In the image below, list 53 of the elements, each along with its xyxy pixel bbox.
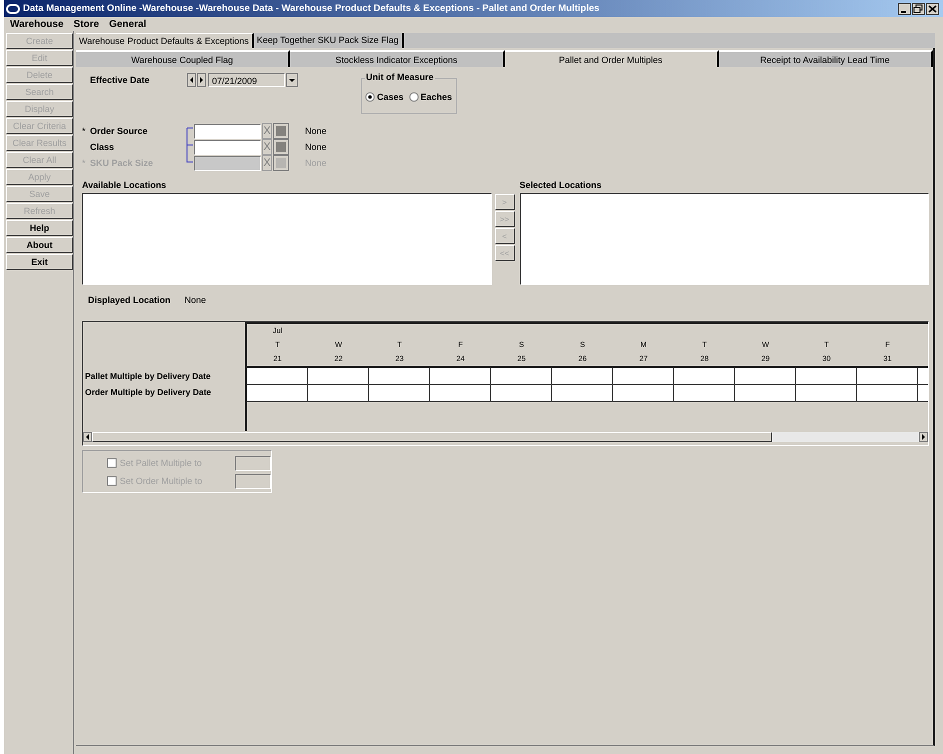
previous-icon[interactable] [187, 73, 196, 87]
radio-label: Cases [377, 92, 404, 102]
date-field[interactable]: 07/21/2009 [208, 73, 285, 87]
dropdown-icon[interactable] [286, 73, 298, 87]
sidebar-button[interactable]: Help [6, 220, 73, 236]
radio-label: Eaches [420, 92, 452, 102]
selected-locations-list[interactable] [520, 193, 929, 285]
row-label: Pallet Multiple by Delivery Date [84, 370, 212, 383]
menu-item[interactable]: Warehouse [10, 18, 64, 30]
clear-button[interactable]: X [262, 139, 272, 155]
tab[interactable]: Receipt to Availability Lead Time [718, 50, 933, 67]
required-mark: * [82, 158, 86, 168]
field-label: Class [90, 142, 116, 152]
next-icon[interactable] [197, 73, 206, 87]
scroll-left-icon[interactable] [83, 432, 92, 442]
available-locations-list[interactable] [82, 193, 492, 285]
clear-button[interactable]: X [262, 123, 272, 139]
input-field[interactable] [235, 474, 271, 488]
tab[interactable]: Warehouse Product Defaults & Exceptions [76, 33, 254, 48]
input-field[interactable] [194, 124, 261, 138]
field-value: None [184, 295, 206, 307]
input-field[interactable] [194, 140, 261, 154]
scroll-right-icon[interactable] [919, 432, 928, 442]
menu-item[interactable]: Store [74, 18, 100, 30]
list-icon[interactable] [273, 123, 289, 139]
restore-icon[interactable] [912, 2, 925, 14]
field-label: Displayed Location [88, 295, 171, 307]
tab[interactable]: Stockless Indicator Exceptions [290, 50, 504, 67]
group-title: Unit of Measure [365, 72, 435, 82]
close-icon[interactable] [926, 2, 939, 14]
effective-date-label: Effective Date [89, 74, 151, 85]
tab[interactable]: Warehouse Coupled Flag [76, 50, 290, 67]
description-text: None [305, 126, 327, 136]
list-title: Available Locations [82, 180, 168, 192]
row-label: Order Multiple by Delivery Date [84, 386, 212, 399]
bracket-drawing [186, 125, 194, 165]
horizontal-scrollbar[interactable] [83, 431, 928, 443]
field-label: Order Source [90, 126, 149, 136]
input-field[interactable] [235, 456, 271, 470]
minimize-icon[interactable] [898, 2, 911, 14]
sidebar-button[interactable]: Exit [6, 254, 73, 270]
required-mark: * [82, 126, 86, 136]
menu-item[interactable]: General [109, 18, 146, 30]
window-title: Data Management Online -Warehouse -Warehouse Data - Warehouse Product Defaults & Exceptions - Pallet and Order Multiples [23, 3, 600, 14]
list-title: Selected Locations [520, 180, 603, 192]
sidebar-button[interactable]: About [6, 237, 73, 253]
tab[interactable]: Pallet and Order Multiples [504, 50, 719, 67]
radio-button[interactable] [408, 92, 419, 102]
scroll-thumb[interactable] [92, 432, 772, 442]
description-text: None [305, 142, 327, 152]
list-icon[interactable] [273, 139, 289, 155]
radio-button[interactable] [365, 92, 375, 102]
logo-icon [6, 4, 20, 14]
